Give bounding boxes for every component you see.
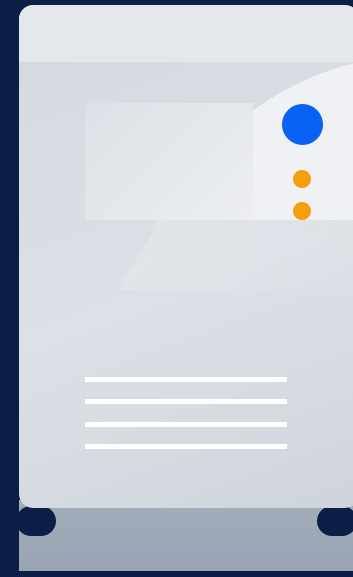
vent-slot [85,422,287,427]
power-indicator-icon [282,104,323,145]
vent-slot [85,377,287,382]
server-casing [19,5,353,508]
casing-highlight [117,63,353,290]
server-display-panel [85,103,253,220]
server-foot-right [317,506,353,536]
server-foot-left [16,506,56,536]
server-illustration [0,0,353,577]
status-indicator-icon [293,202,311,220]
server-base [19,500,353,571]
vent-slot [85,444,287,449]
status-indicator-icon [293,170,311,188]
vent-slot [85,399,287,404]
